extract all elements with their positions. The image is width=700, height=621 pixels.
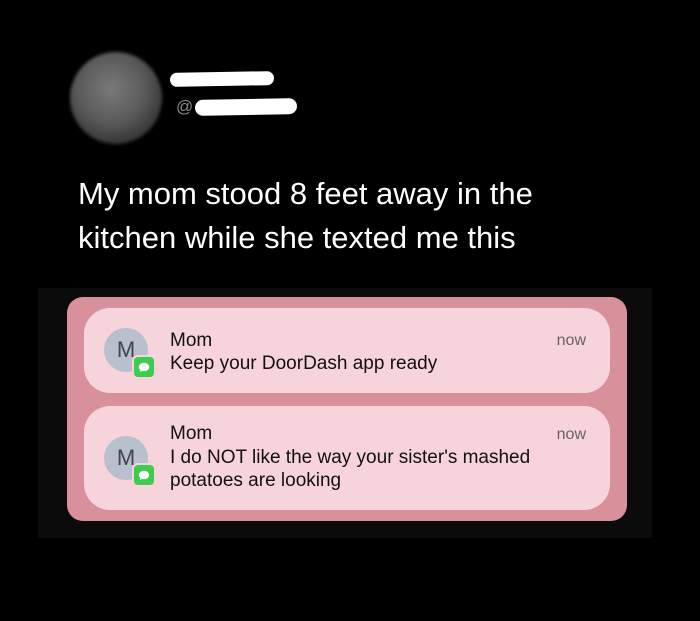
notification-message: Keep your DoorDash app ready bbox=[170, 353, 438, 374]
notification-card[interactable]: M Mom I do NOT like the way your sister'… bbox=[84, 406, 610, 510]
notification-time: now bbox=[556, 426, 586, 443]
notification-sender: Mom bbox=[170, 330, 213, 351]
notification-card[interactable]: M Mom Keep your DoorDash app ready now bbox=[84, 308, 610, 393]
notification-sender: Mom bbox=[170, 423, 213, 444]
redacted-display-name bbox=[169, 71, 275, 87]
handle-at-sign: @ bbox=[176, 97, 194, 116]
tweet-text: My mom stood 8 feet away in the kitchen … bbox=[78, 176, 533, 255]
contact-avatar: M bbox=[104, 328, 156, 379]
contact-avatar: M bbox=[104, 436, 156, 487]
redacted-handle bbox=[195, 98, 298, 116]
notification-message: I do NOT like the way your sister's mash… bbox=[170, 447, 531, 491]
profile-avatar[interactable] bbox=[70, 52, 162, 144]
messages-icon bbox=[132, 463, 156, 487]
user-handle: @ bbox=[176, 96, 298, 118]
messages-icon bbox=[132, 355, 156, 379]
notification-time: now bbox=[556, 332, 586, 349]
